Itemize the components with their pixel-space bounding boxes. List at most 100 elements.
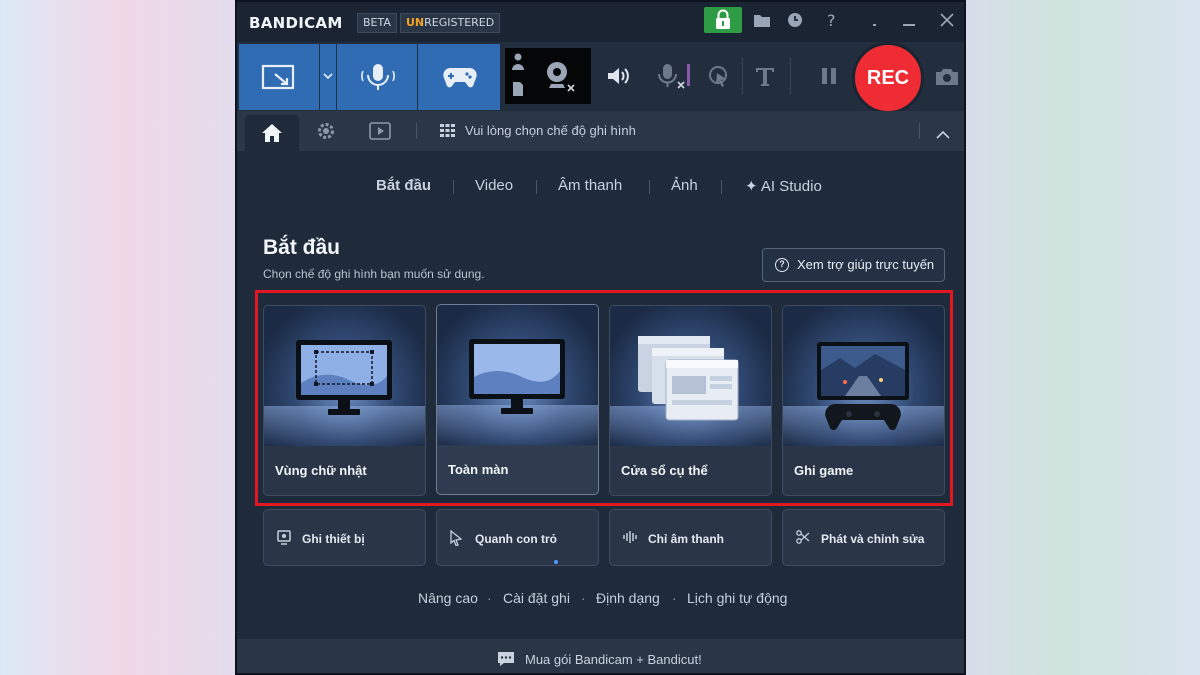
nav-ai-studio[interactable]: ✦ AI Studio <box>745 177 822 195</box>
speaker-icon[interactable] <box>605 64 631 92</box>
advanced-link[interactable]: Nâng cao <box>418 590 478 606</box>
link-separator: · <box>581 590 586 606</box>
schedule-link[interactable]: Lịch ghi tự động <box>687 590 787 606</box>
nav-separator <box>721 180 722 194</box>
toolbar: REC <box>237 42 964 114</box>
chevron-down-icon <box>323 73 333 80</box>
online-help-label: Xem trợ giúp trực tuyến <box>797 257 935 272</box>
game-monitor-icon <box>817 342 909 431</box>
webcam-overlay-group[interactable] <box>505 48 591 104</box>
nav-separator <box>453 180 454 194</box>
device-record-label: Ghi thiết bị <box>302 532 365 546</box>
toolbar-divider <box>742 58 743 94</box>
unregistered-rest: REGISTERED <box>424 16 495 29</box>
format-link[interactable]: Định dạng <box>596 590 660 606</box>
webcam-icon <box>547 62 575 92</box>
category-nav: Bắt đầu Video Âm thanh Ảnh ✦ AI Studio <box>237 177 964 199</box>
mode-dropdown-button[interactable] <box>320 44 336 110</box>
nav-separator <box>649 180 650 194</box>
active-indicator <box>554 560 558 564</box>
microphone-off-icon[interactable] <box>653 62 693 98</box>
tab-divider-2 <box>919 123 920 139</box>
gamepad-icon <box>443 68 477 88</box>
chevron-up-icon <box>936 130 950 139</box>
nav-separator <box>536 180 537 194</box>
monitor-fullscreen-icon <box>469 339 565 414</box>
lock-button[interactable] <box>704 7 742 33</box>
audio-only-label: Chỉ âm thanh <box>648 532 725 546</box>
chat-bubble-icon <box>498 652 514 666</box>
close-icon[interactable] <box>935 9 959 31</box>
pause-icon[interactable] <box>819 66 839 90</box>
unregistered-badge[interactable]: UNREGISTERED <box>400 13 501 33</box>
device-record-button[interactable]: Ghi thiết bị <box>263 509 426 566</box>
mode-card-game[interactable]: Ghi game <box>782 305 945 496</box>
gear-icon <box>318 123 334 139</box>
mode-card-label: Toàn màn <box>448 462 509 477</box>
microphone-icon <box>361 64 395 90</box>
screen-mode-button[interactable] <box>239 44 319 110</box>
mode-card-label: Vùng chữ nhật <box>275 463 367 478</box>
scissors-icon <box>796 530 810 544</box>
monitor-rectangle-icon <box>296 340 392 415</box>
question-circle-icon: ? <box>775 258 789 272</box>
cursor-click-icon[interactable] <box>707 64 731 94</box>
minimize-to-tray-icon[interactable] <box>863 9 887 31</box>
mode-card-label: Cửa sổ cụ thể <box>621 463 708 478</box>
online-help-button[interactable]: ? Xem trợ giúp trực tuyến <box>762 248 945 282</box>
around-cursor-label: Quanh con trỏ <box>475 532 557 546</box>
nav-video[interactable]: Video <box>475 177 513 194</box>
audio-only-button[interactable]: Chỉ âm thanh <box>609 509 772 566</box>
record-settings-link[interactable]: Cài đặt ghi <box>503 590 570 606</box>
tab-video-player[interactable] <box>369 122 391 144</box>
tab-home[interactable] <box>245 115 299 151</box>
window-stack-icon <box>638 336 739 421</box>
clock-icon[interactable] <box>783 9 807 31</box>
nav-anh[interactable]: Ảnh <box>671 177 698 194</box>
help-icon[interactable]: ? <box>820 9 844 31</box>
play-edit-button[interactable]: Phát và chỉnh sửa <box>782 509 945 566</box>
rectangle-area-icon <box>261 64 295 90</box>
unregistered-prefix: UN <box>406 16 425 29</box>
promo-text: Mua gói Bandicam + Bandicut! <box>525 652 702 667</box>
rec-button[interactable]: REC <box>852 42 924 114</box>
page-title: Bắt đầu <box>263 236 341 259</box>
mode-card-label: Ghi game <box>794 463 854 478</box>
tab-settings[interactable] <box>316 121 336 145</box>
device-icon <box>277 530 291 545</box>
collapse-button[interactable] <box>936 125 950 144</box>
text-overlay-icon[interactable] <box>753 64 777 92</box>
bandicam-window: BANDICAM BETA UNREGISTERED ? REC Vui lòn… <box>235 0 966 675</box>
screenshot-camera-icon[interactable] <box>934 66 960 92</box>
mode-card-rectangle[interactable]: Vùng chữ nhật <box>263 305 426 496</box>
title-bar: BANDICAM BETA UNREGISTERED ? <box>237 2 964 42</box>
lock-icon <box>716 9 730 29</box>
person-icon <box>512 53 524 70</box>
beta-badge: BETA <box>357 13 397 33</box>
mode-card-window[interactable]: Cửa sổ cụ thể <box>609 305 772 496</box>
link-separator: · <box>487 590 492 606</box>
nav-am-thanh[interactable]: Âm thanh <box>558 177 622 194</box>
tab-row: Vui lòng chọn chế độ ghi hình <box>237 111 964 151</box>
minimize-icon[interactable] <box>897 9 921 31</box>
waveform-icon <box>623 531 637 543</box>
app-logo: BANDICAM <box>249 14 343 32</box>
link-separator: · <box>672 590 677 606</box>
promo-footer[interactable]: Mua gói Bandicam + Bandicut! <box>237 639 964 673</box>
home-icon <box>262 124 282 142</box>
toolbar-divider-2 <box>790 58 791 94</box>
nav-bat-dau[interactable]: Bắt đầu <box>376 177 431 194</box>
grid-icon <box>440 124 455 137</box>
page-subtitle: Chọn chế độ ghi hình bạn muốn sử dụng. <box>263 267 485 281</box>
tab-divider <box>416 123 417 139</box>
svg-text:?: ? <box>827 11 836 30</box>
around-cursor-button[interactable]: Quanh con trỏ <box>436 509 599 566</box>
document-icon <box>513 82 523 96</box>
play-icon <box>369 122 391 140</box>
folder-icon[interactable] <box>750 9 774 31</box>
mode-card-fullscreen[interactable]: Toàn màn <box>436 304 599 495</box>
game-mode-button[interactable] <box>418 44 500 110</box>
audio-mode-button[interactable] <box>337 44 417 110</box>
mode-hint-text: Vui lòng chọn chế độ ghi hình <box>465 123 636 138</box>
play-edit-label: Phát và chỉnh sửa <box>821 532 925 546</box>
